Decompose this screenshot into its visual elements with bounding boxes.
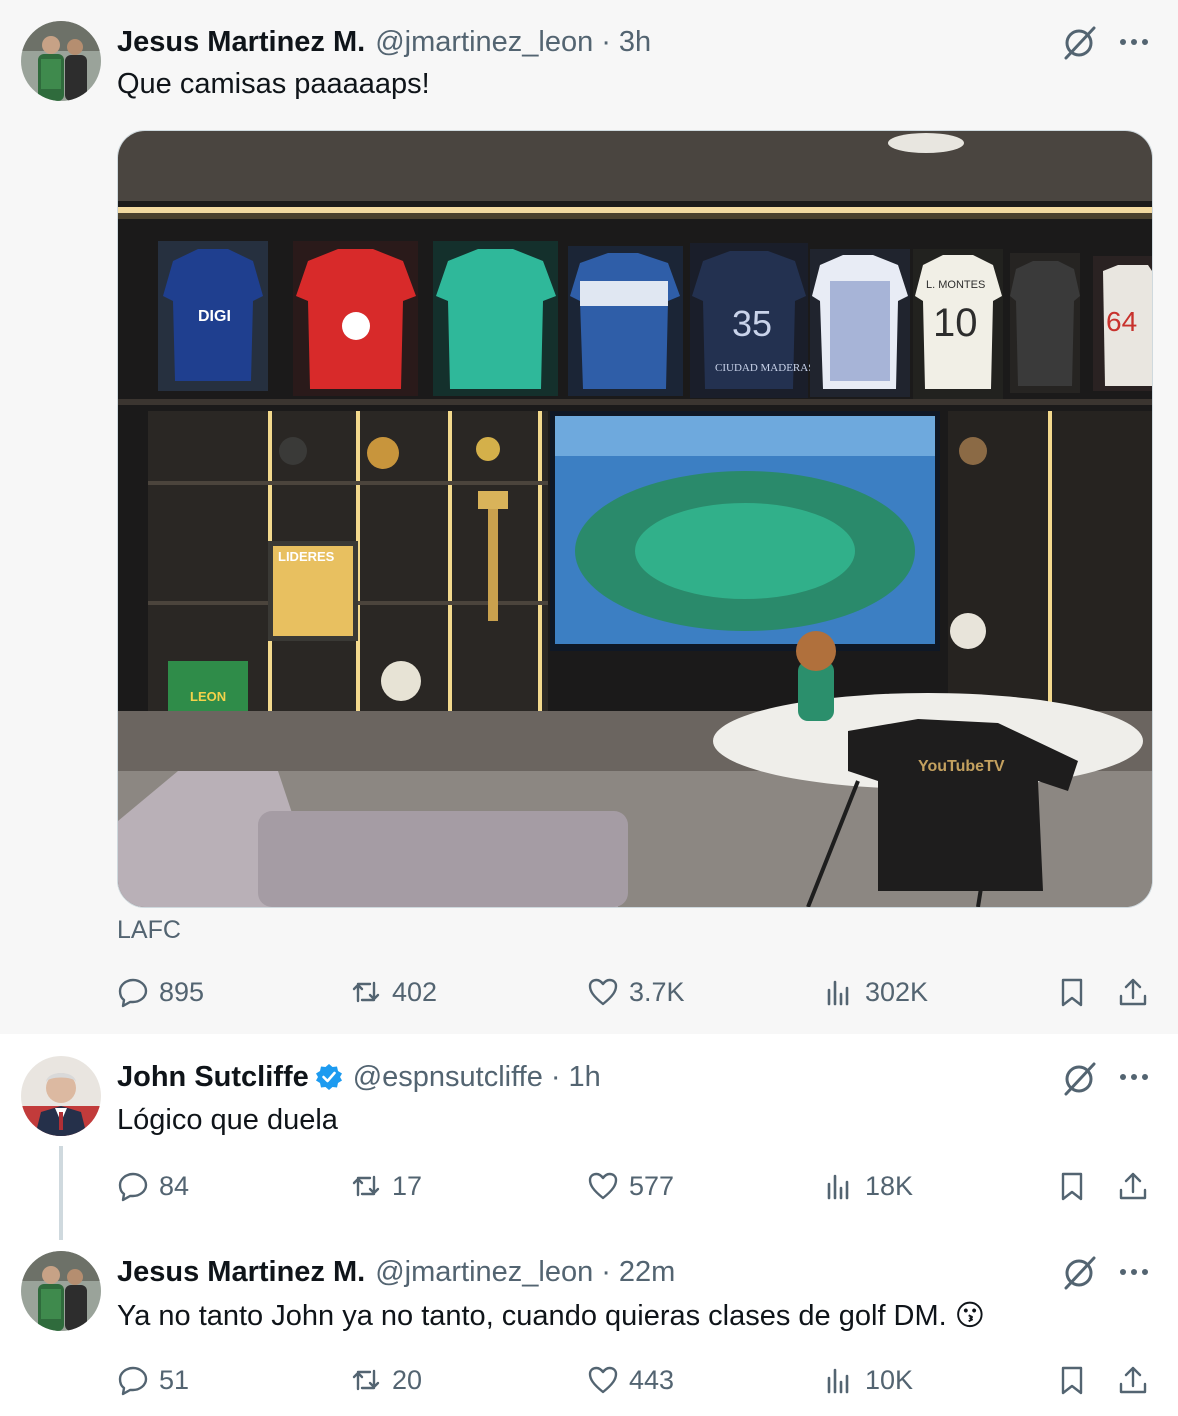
repost-button[interactable]: 402 — [350, 970, 437, 1014]
share-icon — [1119, 978, 1147, 1006]
tweet-text: Que camisas paaaaaps! — [117, 68, 430, 100]
timestamp[interactable]: 1h — [569, 1061, 601, 1094]
bookmark-button[interactable] — [1056, 970, 1088, 1014]
tweet-text: Ya no tanto John ya no tanto, cuando qui… — [117, 1298, 985, 1333]
jersey-text-digi: DIGI — [198, 308, 231, 325]
display-name[interactable]: Jesus Martinez M. — [117, 1256, 365, 1289]
tweet-actions: 51 20 443 10K — [117, 1358, 1157, 1402]
more-icon[interactable] — [1116, 1254, 1152, 1290]
heart-icon — [588, 978, 618, 1006]
grok-icon[interactable] — [1060, 1252, 1100, 1292]
share-button[interactable] — [1117, 1358, 1149, 1402]
tweet-header: John Sutcliffe @espnsutcliffe · 1h — [117, 1059, 601, 1095]
room-photo-illustration: DIGI 35 CIUDAD MADERAS L. MONTES 10 64 L… — [118, 131, 1152, 907]
jersey-number-10: 10 — [933, 301, 978, 345]
tweet-photo[interactable]: DIGI 35 CIUDAD MADERAS L. MONTES 10 64 L… — [117, 130, 1153, 908]
tweet[interactable]: Jesus Martinez M. @jmartinez_leon · 22m … — [0, 1230, 1178, 1416]
tweet-header: Jesus Martinez M. @jmartinez_leon · 3h — [117, 24, 651, 60]
repost-icon — [352, 981, 380, 1003]
separator: · — [601, 25, 611, 58]
display-name[interactable]: Jesus Martinez M. — [117, 26, 365, 59]
more-icon[interactable] — [1116, 24, 1152, 60]
repost-count: 402 — [392, 976, 438, 1007]
heart-icon — [588, 1366, 618, 1394]
tweet-header: Jesus Martinez M. @jmartinez_leon · 22m — [117, 1254, 675, 1290]
views-count: 302K — [865, 976, 929, 1007]
reply-button[interactable]: 51 — [117, 1358, 189, 1402]
like-count: 577 — [629, 1170, 675, 1201]
bookmark-button[interactable] — [1056, 1164, 1088, 1208]
tweet[interactable]: Jesus Martinez M. @jmartinez_leon · 3h Q… — [0, 0, 1178, 1034]
grok-icon[interactable] — [1060, 22, 1100, 62]
views-button[interactable]: 10K — [823, 1358, 913, 1402]
views-icon — [827, 1368, 849, 1394]
user-handle[interactable]: @jmartinez_leon — [375, 1256, 593, 1289]
share-icon — [1119, 1366, 1147, 1394]
separator: · — [601, 1255, 611, 1288]
like-count: 3.7K — [629, 976, 685, 1007]
like-button[interactable]: 443 — [587, 1358, 674, 1402]
media-caption: LAFC — [117, 916, 181, 944]
timestamp[interactable]: 3h — [619, 26, 651, 59]
avatar-image — [21, 1056, 101, 1136]
repost-button[interactable]: 20 — [350, 1358, 422, 1402]
reply-icon — [118, 1366, 148, 1396]
share-icon — [1119, 1172, 1147, 1200]
views-icon — [827, 1174, 849, 1200]
avatar[interactable] — [21, 1056, 101, 1136]
repost-icon — [352, 1369, 380, 1391]
more-icon[interactable] — [1116, 1059, 1152, 1095]
repost-icon — [352, 1175, 380, 1197]
tweet-text: Lógico que duela — [117, 1104, 338, 1136]
share-button[interactable] — [1117, 970, 1149, 1014]
reply-count: 895 — [159, 976, 205, 1007]
reply-count: 51 — [159, 1364, 190, 1395]
jersey-number-64: 64 — [1106, 306, 1137, 337]
like-button[interactable]: 3.7K — [587, 970, 685, 1014]
tweet-actions: 84 17 577 18K — [117, 1164, 1157, 1208]
avatar[interactable] — [21, 21, 101, 101]
avatar[interactable] — [21, 1251, 101, 1331]
bookmark-icon — [1061, 1172, 1083, 1201]
kissing-face-emoji: 😗 — [954, 1300, 986, 1332]
tweet[interactable]: John Sutcliffe @espnsutcliffe · 1h Lógic… — [0, 1034, 1178, 1230]
jersey-text-ciudad-maderas: CIUDAD MADERAS — [715, 362, 814, 374]
timestamp[interactable]: 22m — [619, 1256, 675, 1289]
verified-badge-icon — [315, 1064, 342, 1090]
reply-button[interactable]: 895 — [117, 970, 204, 1014]
repost-count: 20 — [392, 1364, 423, 1395]
user-handle[interactable]: @jmartinez_leon — [375, 26, 593, 59]
jersey-name-montes: L. MONTES — [926, 279, 985, 291]
like-button[interactable]: 577 — [587, 1164, 674, 1208]
case-label-leon: LEON — [190, 689, 226, 704]
jersey-number-35: 35 — [732, 303, 772, 344]
share-button[interactable] — [1117, 1164, 1149, 1208]
avatar-image — [21, 21, 101, 101]
like-count: 443 — [629, 1364, 675, 1395]
grok-icon[interactable] — [1060, 1058, 1100, 1098]
views-button[interactable]: 18K — [823, 1164, 913, 1208]
bookmark-button[interactable] — [1056, 1358, 1088, 1402]
repost-button[interactable]: 17 — [350, 1164, 422, 1208]
user-handle[interactable]: @espnsutcliffe — [353, 1061, 543, 1094]
heart-icon — [588, 1172, 618, 1200]
views-count: 18K — [865, 1170, 914, 1201]
separator: · — [550, 1060, 561, 1093]
views-count: 10K — [865, 1364, 914, 1395]
tweet-text-content: Ya no tanto John ya no tanto, cuando qui… — [117, 1300, 947, 1332]
reply-count: 84 — [159, 1170, 190, 1201]
jersey-sponsor-youtubetv: YouTubeTV — [918, 758, 1005, 775]
bookmark-icon — [1061, 1366, 1083, 1395]
avatar-image — [21, 1251, 101, 1331]
reply-button[interactable]: 84 — [117, 1164, 189, 1208]
reply-icon — [118, 1172, 148, 1202]
reply-icon — [118, 978, 148, 1008]
bookmark-icon — [1061, 978, 1083, 1007]
views-icon — [827, 980, 849, 1006]
display-name[interactable]: John Sutcliffe — [117, 1061, 309, 1094]
tweet-actions: 895 402 3.7K 302K — [117, 970, 1157, 1014]
repost-count: 17 — [392, 1170, 423, 1201]
views-button[interactable]: 302K — [823, 970, 928, 1014]
book-title-lideres: LIDERES — [278, 549, 335, 564]
